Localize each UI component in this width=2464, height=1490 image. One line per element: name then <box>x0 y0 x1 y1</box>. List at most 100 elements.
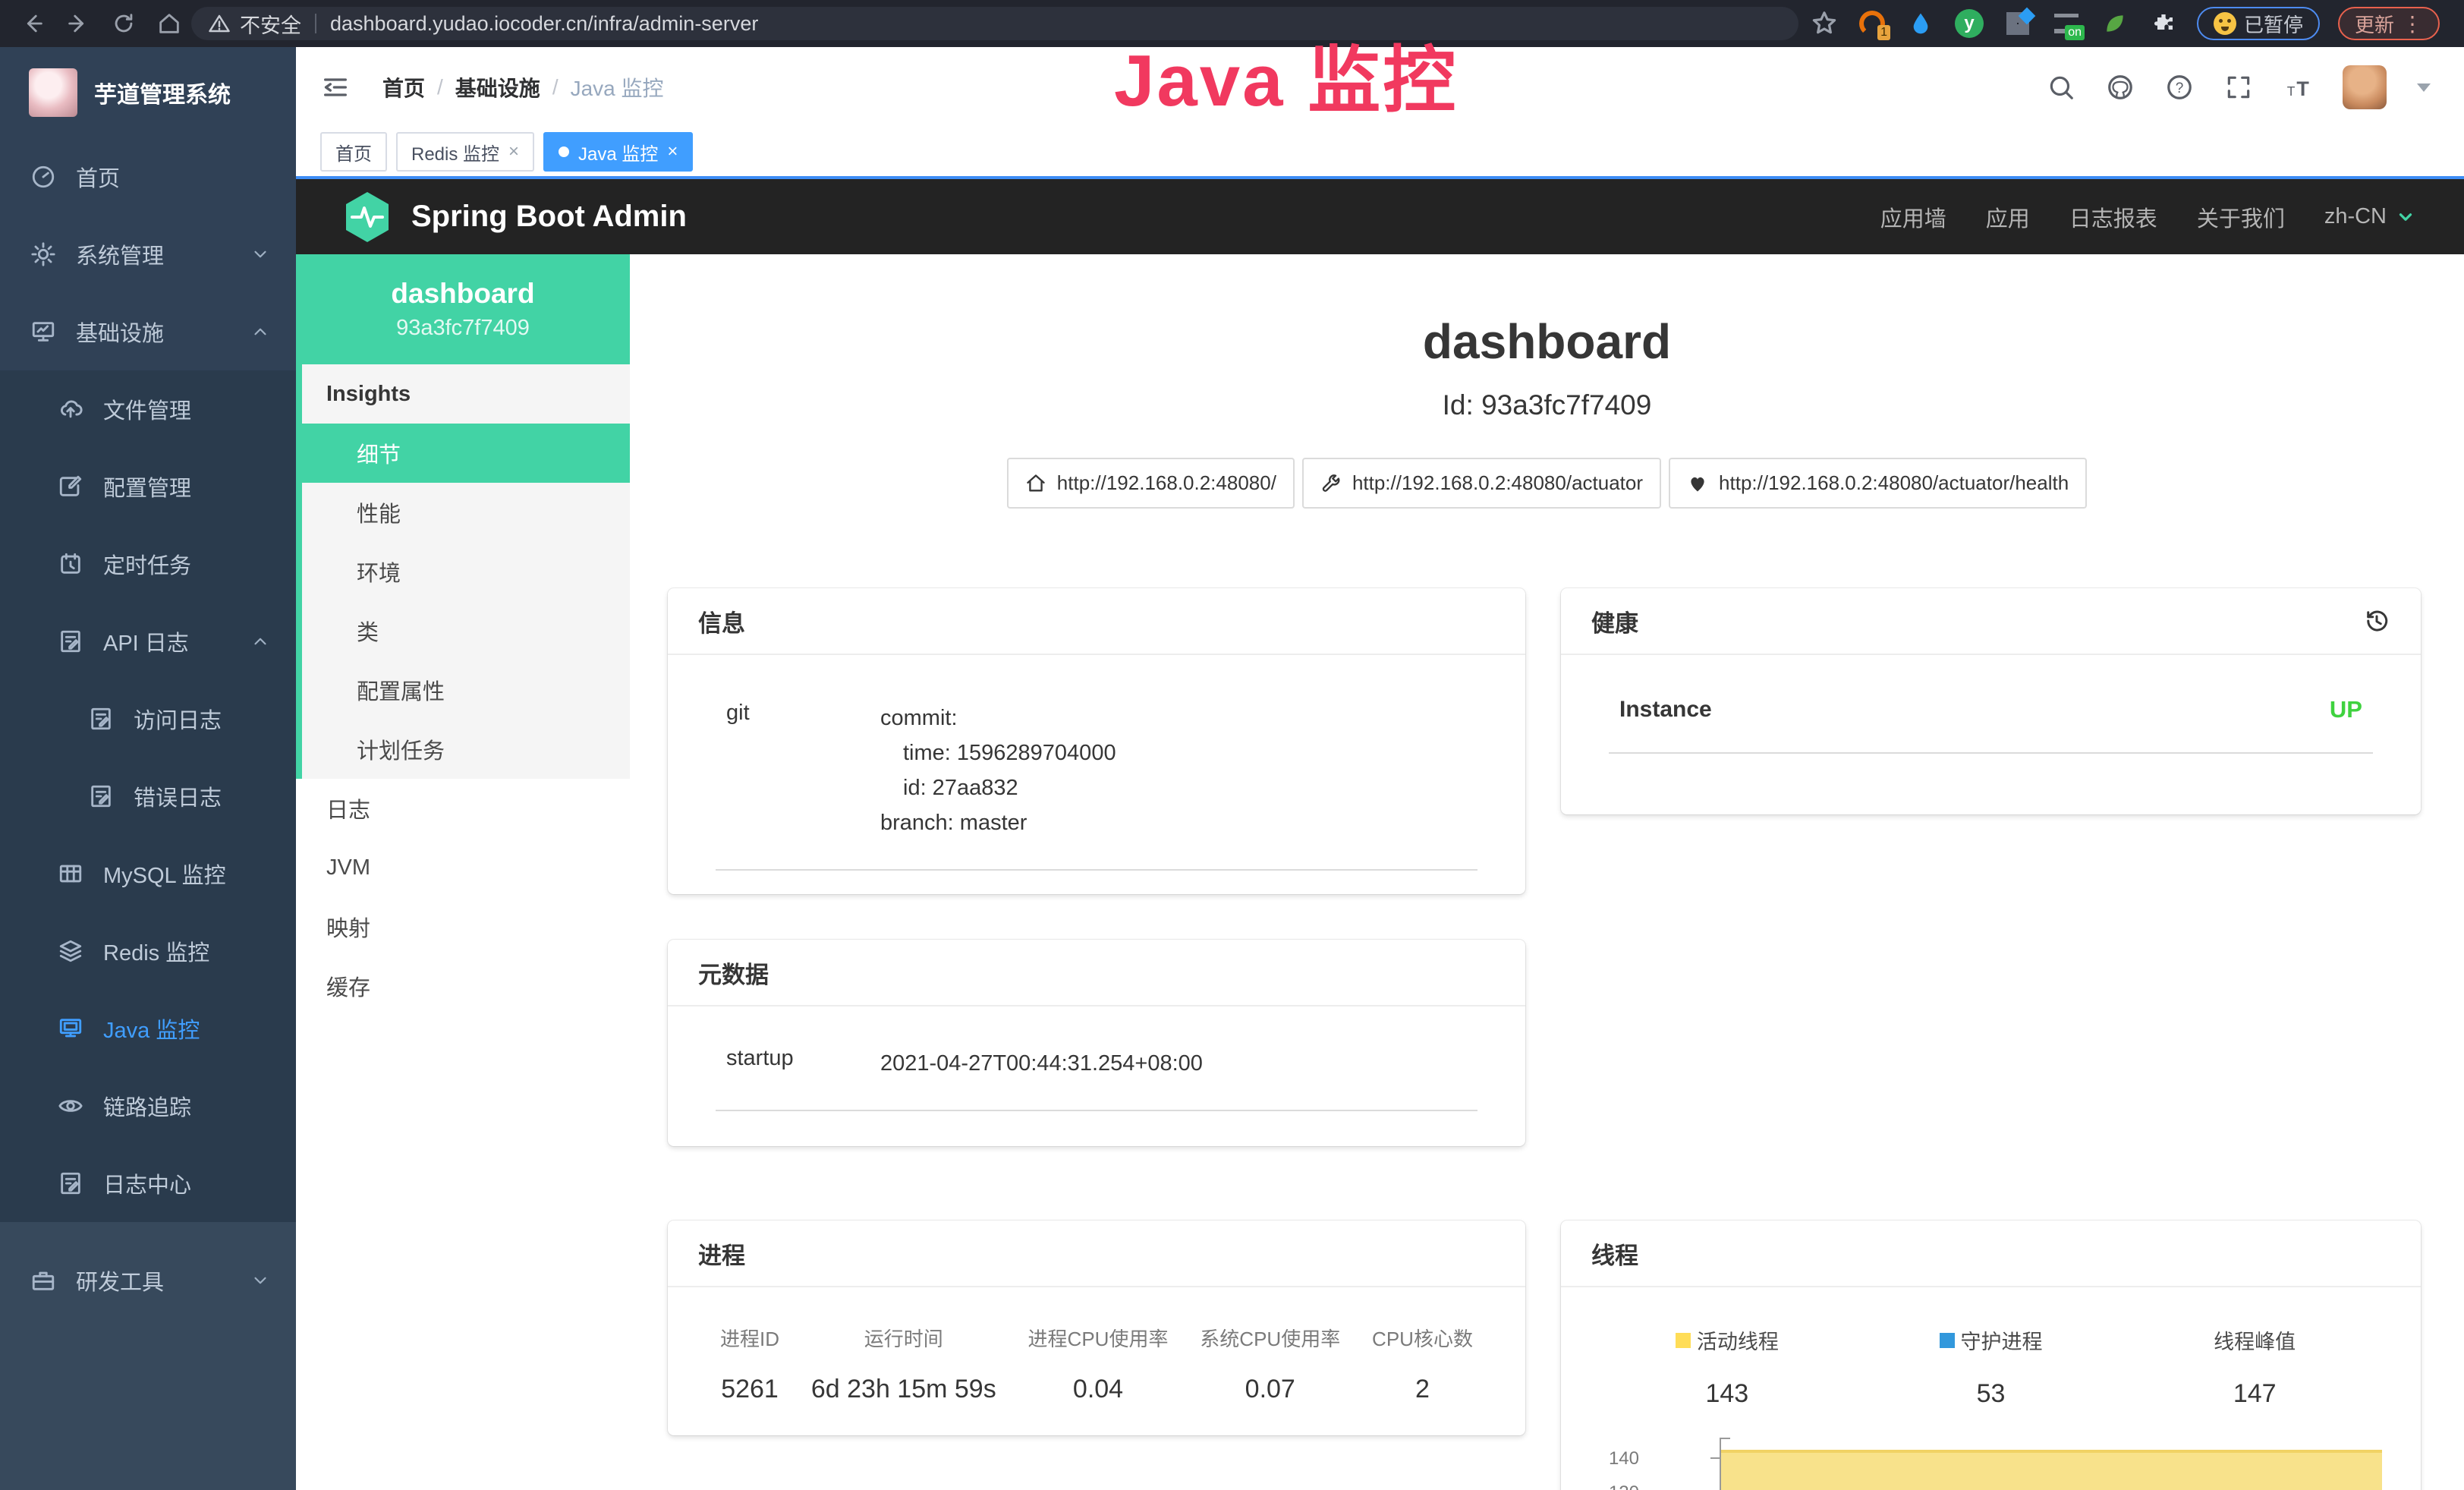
instance-id: 93a3fc7f7409 <box>296 316 630 341</box>
sba-item-mappings[interactable]: 映射 <box>296 897 630 956</box>
hamburger-icon[interactable] <box>320 72 351 102</box>
sidebar-item-label: Redis 监控 <box>103 935 209 967</box>
extension-leaf-icon[interactable] <box>2100 8 2130 39</box>
svg-text:T: T <box>2287 83 2296 99</box>
gauge-icon <box>30 164 56 190</box>
sidebar-item-file-mgmt[interactable]: 文件管理 <box>0 370 296 448</box>
health-status-badge: UP <box>2330 696 2362 723</box>
sba-item-logs[interactable]: 日志 <box>296 779 630 838</box>
update-label: 更新 <box>2355 10 2394 38</box>
bookmark-star-icon[interactable] <box>1810 9 1839 38</box>
instance-name: dashboard <box>296 278 630 310</box>
sidebar-item-label: 首页 <box>76 161 120 193</box>
heartbeat-icon <box>1687 473 1708 494</box>
sidebar-item-label: 研发工具 <box>76 1265 164 1296</box>
history-icon[interactable] <box>2363 607 2390 635</box>
sidebar-item-label: 系统管理 <box>76 238 164 270</box>
reload-icon[interactable] <box>111 11 137 36</box>
sba-instance-block[interactable]: dashboard 93a3fc7f7409 <box>296 254 630 364</box>
tab-redis-monitor[interactable]: Redis 监控 × <box>396 132 534 172</box>
sba-item-scheduled-tasks[interactable]: 计划任务 <box>302 720 630 779</box>
metadata-value-startup: 2021-04-27T00:44:31.254+08:00 <box>880 1046 1203 1081</box>
sidebar-item-system-mgmt[interactable]: 系统管理 <box>0 216 296 293</box>
profile-paused-chip[interactable]: 已暂停 <box>2197 7 2320 40</box>
sidebar-item-access-logs[interactable]: 访问日志 <box>0 680 296 758</box>
y-tick-120: 120 <box>1578 1482 1639 1490</box>
sidebar-item-java-monitor[interactable]: Java 监控 <box>0 990 296 1067</box>
sba-item-metrics[interactable]: 性能 <box>302 483 630 542</box>
sba-item-environment[interactable]: 环境 <box>302 542 630 601</box>
security-label: 不安全 <box>240 9 301 39</box>
github-icon[interactable] <box>2106 73 2135 102</box>
help-icon[interactable]: ? <box>2165 73 2194 102</box>
user-avatar[interactable] <box>2343 65 2387 109</box>
extension-on-badge: on <box>2065 25 2085 40</box>
health-instance-label: Instance <box>1619 697 1712 723</box>
service-url: http://192.168.0.2:48080/ <box>1057 471 1276 495</box>
sidebar-item-scheduled-jobs[interactable]: 定时任务 <box>0 525 296 603</box>
extension-orange-icon[interactable]: 1 <box>1857 8 1887 39</box>
font-size-icon[interactable]: TT <box>2283 73 2312 102</box>
tab-close-icon[interactable]: × <box>508 141 519 162</box>
search-icon[interactable] <box>2047 73 2075 102</box>
instance-url-chip[interactable]: http://192.168.0.2:48080/ <box>1007 458 1295 509</box>
tab-close-icon[interactable]: × <box>667 141 678 162</box>
fullscreen-icon[interactable] <box>2224 73 2253 102</box>
home-icon[interactable] <box>156 11 182 36</box>
extension-puzzle-icon[interactable] <box>2148 8 2179 39</box>
sidebar-item-error-logs[interactable]: 错误日志 <box>0 758 296 835</box>
kebab-menu-icon[interactable]: ⋮ <box>2402 11 2423 36</box>
sidebar-item-tracing[interactable]: 链路追踪 <box>0 1067 296 1145</box>
sidebar-section-devtools: 研发工具 <box>0 1222 296 1490</box>
row-divider <box>716 1110 1477 1111</box>
sba-nav-journal[interactable]: 日志报表 <box>2069 201 2157 233</box>
sba-locale-select[interactable]: zh-CN <box>2324 204 2415 229</box>
sidebar-item-redis-monitor[interactable]: Redis 监控 <box>0 912 296 990</box>
layers-icon <box>58 938 83 964</box>
tab-home[interactable]: 首页 <box>320 132 387 172</box>
chevron-down-icon <box>250 1271 270 1290</box>
browser-update-button[interactable]: 更新 ⋮ <box>2338 7 2440 40</box>
breadcrumb-current: Java 监控 <box>571 72 664 102</box>
legend-daemon-threads: 守护进程 53 <box>1859 1325 2123 1409</box>
extension-drop-icon[interactable] <box>1905 8 1936 39</box>
breadcrumb-home[interactable]: 首页 <box>382 72 425 102</box>
extension-grid-icon[interactable] <box>2003 8 2033 39</box>
sidebar-item-log-center[interactable]: 日志中心 <box>0 1145 296 1222</box>
sidebar-item-api-logs[interactable]: API 日志 <box>0 603 296 680</box>
edit-square-icon <box>58 474 83 499</box>
sba-item-details[interactable]: 细节 <box>302 424 630 483</box>
actuator-url-chip[interactable]: http://192.168.0.2:48080/actuator <box>1302 458 1661 509</box>
address-bar[interactable]: 不安全 dashboard.yudao.iocoder.cn/infra/adm… <box>191 7 1798 40</box>
caret-down-icon[interactable] <box>2417 83 2431 92</box>
extension-on-icon[interactable]: on <box>2051 8 2082 39</box>
sba-nav-applications[interactable]: 应用 <box>1986 201 2030 233</box>
sidebar-item-infrastructure[interactable]: 基础设施 <box>0 293 296 370</box>
card-info: 信息 git commit: time: 1596289704000 id: 2… <box>668 588 1525 894</box>
instance-title: dashboard <box>630 313 2464 370</box>
breadcrumb-infrastructure[interactable]: 基础设施 <box>455 72 540 102</box>
card-metadata: 元数据 startup 2021-04-27T00:44:31.254+08:0… <box>668 940 1525 1146</box>
sba-item-caches[interactable]: 缓存 <box>296 956 630 1016</box>
sba-sidebar: dashboard 93a3fc7f7409 Insights 细节 性能 环境… <box>296 254 630 1490</box>
health-url-chip[interactable]: http://192.168.0.2:48080/actuator/health <box>1669 458 2087 509</box>
sidebar-item-home[interactable]: 首页 <box>0 138 296 216</box>
back-icon[interactable] <box>20 11 46 36</box>
sidebar-item-mysql-monitor[interactable]: MySQL 监控 <box>0 835 296 912</box>
extension-green-y-icon[interactable]: y <box>1954 8 1984 39</box>
sba-item-config-props[interactable]: 配置属性 <box>302 660 630 720</box>
row-divider <box>1609 752 2373 754</box>
sba-nav-about[interactable]: 关于我们 <box>2197 201 2285 233</box>
sba-item-classes[interactable]: 类 <box>302 601 630 660</box>
sidebar-item-config-mgmt[interactable]: 配置管理 <box>0 448 296 525</box>
tab-java-monitor[interactable]: Java 监控 × <box>543 132 693 172</box>
card-title: 线程 <box>1591 1236 1638 1271</box>
sidebar-item-dev-tools[interactable]: 研发工具 <box>0 1242 296 1319</box>
y-tick-140: 140 <box>1578 1448 1639 1470</box>
health-url: http://192.168.0.2:48080/actuator/health <box>1719 471 2069 495</box>
sba-nav-wallboard[interactable]: 应用墙 <box>1880 201 1946 233</box>
sidebar-item-label: 文件管理 <box>103 393 191 425</box>
threads-area-chart: 140 120 100 <box>1595 1442 2387 1490</box>
sba-item-jvm[interactable]: JVM <box>296 838 630 897</box>
forward-icon[interactable] <box>65 11 91 36</box>
